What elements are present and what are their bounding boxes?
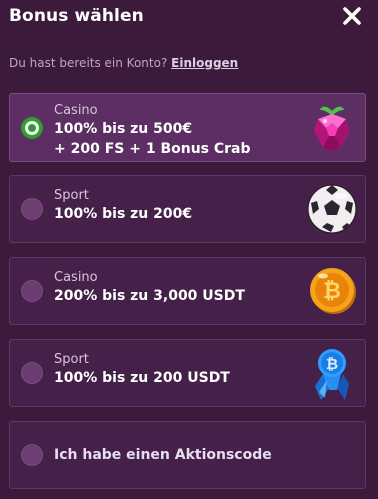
option-category: Sport [54,352,89,367]
option-offer-line1: 100% bis zu 200€ [54,206,193,222]
promo-code-label: Ich habe einen Aktionscode [54,447,272,463]
radio-button[interactable] [21,280,43,302]
option-offer-line1: 100% bis zu 500€ [54,121,193,137]
svg-text:₿: ₿ [323,279,341,304]
bonus-option-sport-200eur[interactable]: Sport 100% bis zu 200€ [9,175,366,243]
close-icon[interactable] [340,4,364,28]
page-title: Bonus wählen [9,6,144,26]
option-category: Sport [54,188,89,203]
soccer-ball-icon [307,184,357,234]
login-prompt: Du hast bereits ein Konto? Einloggen [9,56,238,70]
bonus-option-casino-3000usdt[interactable]: Casino 200% bis zu 3,000 USDT ₿ [9,257,366,325]
option-offer-line1: 200% bis zu 3,000 USDT [54,288,245,304]
radio-button[interactable] [21,198,43,220]
promo-code-option[interactable]: Ich habe einen Aktionscode [9,421,366,489]
bonus-option-sport-200usdt[interactable]: Sport 100% bis zu 200 USDT ₿ [9,339,366,407]
svg-text:₿: ₿ [326,355,338,373]
login-link[interactable]: Einloggen [171,56,238,70]
radio-button[interactable] [21,444,43,466]
bonus-option-casino-500[interactable]: Casino 100% bis zu 500€ + 200 FS + 1 Bon… [9,93,366,162]
bitcoin-coin-icon: ₿ [310,268,356,314]
radio-button-selected[interactable] [21,116,43,139]
radio-button[interactable] [21,362,43,384]
bitcoin-crystal-icon: ₿ [315,349,349,400]
option-offer-line2: + 200 FS + 1 Bonus Crab [54,141,251,157]
login-prompt-text: Du hast bereits ein Konto? [9,56,168,70]
raspberry-gem-icon [314,106,350,152]
option-offer-line1: 100% bis zu 200 USDT [54,370,230,386]
option-category: Casino [54,103,98,118]
option-category: Casino [54,270,98,285]
